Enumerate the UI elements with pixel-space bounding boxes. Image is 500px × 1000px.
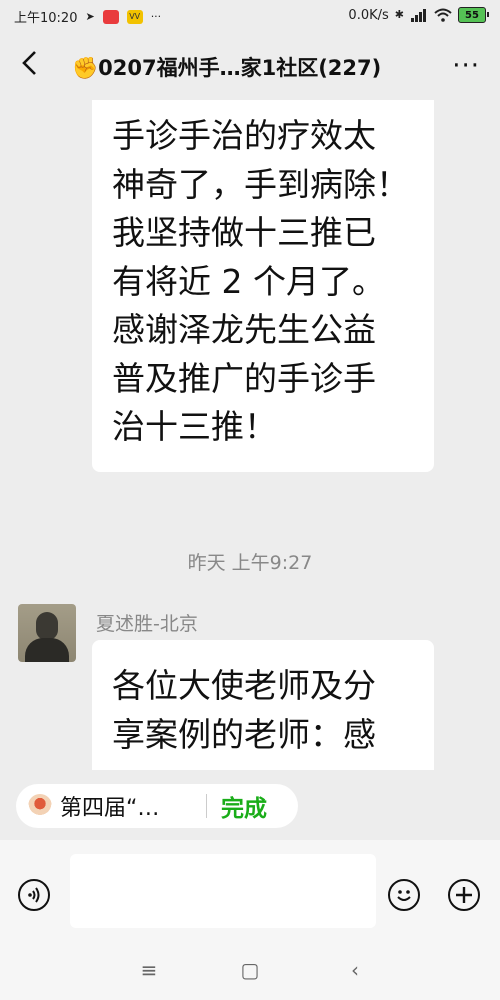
quote-thumbnail-icon xyxy=(28,794,52,818)
message-line: 我坚持做十三推已 xyxy=(112,213,376,252)
emoji-icon[interactable] xyxy=(388,879,420,911)
message-line: 神奇了，手到病除！ xyxy=(112,164,409,204)
net-speed: 0.0K/s xyxy=(348,7,389,23)
divider xyxy=(206,794,207,818)
location-send-icon: ➤ xyxy=(85,9,95,23)
message-line: 各位大使老师及分 xyxy=(112,666,376,705)
more-notifications-icon: ··· xyxy=(150,9,162,23)
message-line: 手诊手治的疗效太 xyxy=(112,116,376,155)
message-timestamp: 昨天 上午9:27 xyxy=(187,552,313,574)
quick-reply-bar: 第四届“… 完成 xyxy=(0,770,500,840)
signal-icon xyxy=(411,9,426,22)
avatar-body xyxy=(25,638,69,662)
plus-icon[interactable] xyxy=(448,879,480,911)
avatar[interactable] xyxy=(18,604,76,662)
message-line: 享案例的老师：感 xyxy=(112,714,376,754)
input-bar xyxy=(0,840,500,940)
bluetooth-icon: ✱ xyxy=(394,8,404,21)
more-options-button[interactable]: ··· xyxy=(452,48,480,84)
message-list[interactable]: 手诊手治的疗效太 神奇了，手到病除！ 我坚持做十三推已 有将近 2 个月了。 感… xyxy=(0,100,500,770)
add-more-icon xyxy=(456,887,472,903)
message-bubble[interactable]: 手诊手治的疗效太 神奇了，手到病除！ 我坚持做十三推已 有将近 2 个月了。 感… xyxy=(92,100,434,472)
message-line: 治十三推！ xyxy=(112,407,277,446)
wifi-icon xyxy=(434,8,452,22)
status-bar: 上午10:20 ➤ VV ··· 0.0K/s ✱ 55 xyxy=(0,0,500,32)
voice-icon[interactable] xyxy=(18,879,50,911)
voice-wave-icon xyxy=(28,887,40,903)
message-input[interactable] xyxy=(70,854,376,928)
avatar-face xyxy=(36,612,58,640)
message-line: 普及推广的手诊手 xyxy=(112,358,376,398)
system-back-button[interactable]: ‹ xyxy=(340,958,370,982)
home-button[interactable]: ▢ xyxy=(235,958,265,982)
app-notification-icon xyxy=(102,9,119,24)
recent-apps-button[interactable]: ≡ xyxy=(134,958,164,982)
message-line: 有将近 2 个月了。 xyxy=(112,261,385,301)
message-line: 感谢泽龙先生公益 xyxy=(112,310,376,349)
smiley-icon xyxy=(397,890,411,901)
system-nav-bar: ≡ ▢ ‹ xyxy=(0,940,500,1000)
back-button[interactable] xyxy=(14,50,46,86)
chat-title: ✊0207福州手…家1社区(227) xyxy=(72,56,382,80)
sender-name: 夏述胜-北京 xyxy=(96,613,198,635)
chat-header: ✊0207福州手…家1社区(227) ··· xyxy=(0,36,500,100)
quoted-message-pill[interactable]: 第四届“… 完成 xyxy=(16,784,298,828)
app-notification-icon-2: VV xyxy=(126,9,143,24)
message-bubble[interactable]: 各位大使老师及分 享案例的老师：感 xyxy=(92,640,434,770)
status-left: 上午10:20 ➤ VV ··· xyxy=(14,7,161,26)
done-button[interactable]: 完成 xyxy=(221,789,267,823)
quote-text: 第四届“… xyxy=(60,796,160,821)
status-right: 0.0K/s ✱ 55 xyxy=(348,7,489,23)
battery-indicator: 55 xyxy=(458,7,489,23)
status-time: 上午10:20 xyxy=(14,11,78,26)
chevron-left-icon xyxy=(22,51,36,75)
